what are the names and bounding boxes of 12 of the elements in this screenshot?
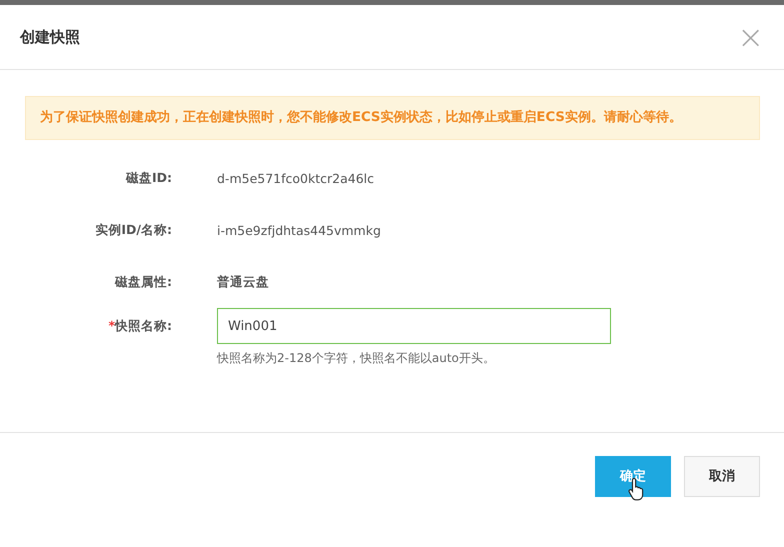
field-label: 磁盘ID: — [126, 170, 172, 186]
field-value: 普通云盘 — [217, 274, 270, 290]
snapshot-name-field[interactable]: Win001 — [217, 308, 611, 344]
field-label: 实例ID/名称: — [95, 222, 172, 238]
field-label: 磁盘属性: — [115, 274, 172, 290]
field-value: d-m5e571fco0ktcr2a46lc — [217, 170, 376, 186]
field-label: *快照名称: — [108, 318, 172, 334]
field-value: i-m5e9zfjdhtas445vmmkg — [217, 222, 382, 238]
cancel-button[interactable]: 取消 — [684, 456, 760, 496]
dialog-title: 创建快照 — [20, 28, 80, 46]
warning-notice: 为了保证快照创建成功，正在创建快照时，您不能修改ECS实例状态，比如停止或重启ECS实例。请耐心等待。 — [25, 96, 760, 140]
field-hint: 快照名称为2-128个字符，快照名不能以auto开头。 — [217, 350, 496, 367]
